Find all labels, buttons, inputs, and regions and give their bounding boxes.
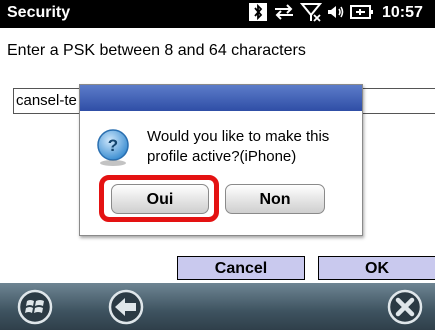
back-arrow-icon[interactable]: [106, 288, 146, 331]
status-bar-clock[interactable]: 10:57: [382, 4, 423, 22]
status-bar-title: Security: [7, 4, 71, 21]
dialog-message: Would you like to make this profile acti…: [147, 128, 330, 165]
battery-icon[interactable]: [350, 2, 374, 27]
cancel-button[interactable]: Cancel: [177, 256, 305, 280]
svg-text:?: ?: [108, 136, 118, 155]
close-icon[interactable]: [385, 288, 425, 331]
ok-button[interactable]: OK: [318, 256, 435, 280]
taskbar: [0, 283, 435, 330]
bluetooth-icon[interactable]: [248, 2, 268, 27]
no-signal-icon[interactable]: [299, 1, 323, 28]
status-icons: [248, 1, 374, 28]
volume-icon[interactable]: [326, 2, 346, 27]
non-button[interactable]: Non: [225, 184, 325, 214]
dialog-titlebar: [80, 85, 362, 111]
status-bar: Security 10:57: [0, 0, 435, 28]
windows-start-icon[interactable]: [15, 288, 55, 331]
highlight-annotation: [99, 175, 219, 222]
psk-prompt: Enter a PSK between 8 and 64 characters: [7, 42, 306, 59]
data-sync-icon[interactable]: [272, 2, 296, 27]
psk-input-value: cansel-te: [16, 92, 77, 109]
question-icon: ?: [93, 127, 133, 172]
